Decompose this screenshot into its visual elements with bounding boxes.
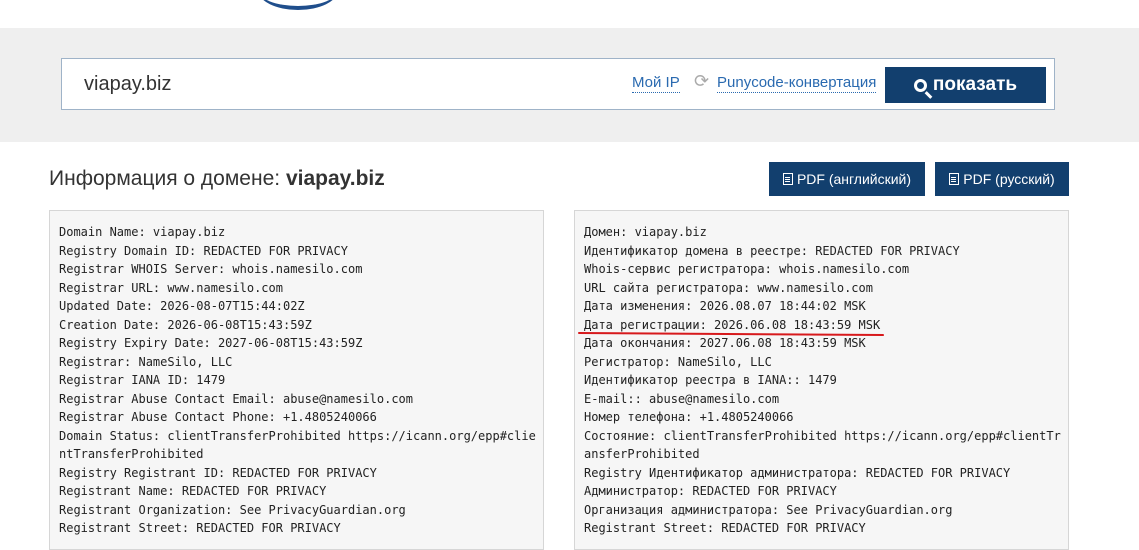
- whois-line: Состояние: clientTransferProhibited http…: [584, 428, 1061, 443]
- show-button[interactable]: показать: [885, 67, 1046, 103]
- whois-line: Domain Name: viapay.biz: [59, 225, 226, 239]
- whois-line: Дата окончания: 2027.06.08 18:43:59 MSK: [584, 336, 866, 350]
- whois-line: URL сайта регистратора: www.namesilo.com: [584, 280, 873, 295]
- refresh-icon: ⟳: [694, 71, 710, 91]
- page-title-domain: viapay.biz: [285, 167, 385, 190]
- pdf-russian-label: PDF (русский): [963, 171, 1055, 187]
- domain-search-input[interactable]: [84, 69, 604, 99]
- whois-line: Registrar IANA ID: 1479: [59, 373, 226, 387]
- whois-line: Domain Status: clientTransferProhibited …: [59, 428, 536, 443]
- whois-line: Registry Expiry Date: 2027-06-08T15:43:5…: [59, 336, 363, 350]
- top-header: [0, 0, 1139, 28]
- whois-line: Номер телефона: +1.4805240066: [584, 410, 794, 424]
- file-pdf-icon: [949, 173, 960, 185]
- search-box: Мой IP ⟳ Punycode-конвертация показать: [61, 58, 1055, 110]
- page-title-prefix: Информация о домене:: [49, 167, 281, 190]
- whois-line: Registry Идентификатор администратора: R…: [584, 465, 1011, 480]
- whois-line: Идентификатор реестра в IANA:: 1479: [584, 373, 837, 387]
- whois-russian-panel: Домен: viapay.biz Идентификатор домена в…: [574, 210, 1069, 550]
- whois-line: E-mail:: abuse@namesilo.com: [584, 391, 780, 406]
- whois-line: Registry Registrant ID: REDACTED FOR PRI…: [59, 465, 377, 480]
- whois-line: ansferProhibited: [584, 447, 700, 461]
- whois-line: Registrar Abuse Contact Phone: +1.480524…: [59, 410, 377, 424]
- whois-line: Registrar URL: www.namesilo.com: [59, 280, 283, 295]
- pdf-russian-button[interactable]: PDF (русский): [935, 162, 1069, 196]
- page-title: Информация о домене: viapay.biz: [49, 167, 385, 191]
- whois-line: Registrar: NameSilo, LLC: [59, 354, 233, 369]
- whois-line-highlighted: Дата регистрации: 2026.06.08 18:43:59 MS…: [584, 317, 881, 332]
- search-band: Мой IP ⟳ Punycode-конвертация показать: [0, 28, 1139, 142]
- punycode-link[interactable]: Punycode-конвертация: [717, 74, 877, 93]
- whois-line: Registrant Name: REDACTED FOR PRIVACY: [59, 484, 327, 498]
- whois-line: Администратор: REDACTED FOR PRIVACY: [584, 484, 837, 498]
- whois-line: ntTransferProhibited: [59, 447, 204, 461]
- whois-line: Registrar WHOIS Server: whois.namesilo.c…: [59, 262, 363, 276]
- whois-line: Регистратор: NameSilo, LLC: [584, 354, 772, 369]
- whois-line: Creation Date: 2026-06-08T15:43:59Z: [59, 317, 312, 332]
- whois-english-panel: Domain Name: viapay.biz Registry Domain …: [49, 210, 544, 550]
- whois-line: Registrar Abuse Contact Email: abuse@nam…: [59, 391, 414, 406]
- whois-line: Registrant Organization: See PrivacyGuar…: [59, 502, 406, 517]
- whois-line: Дата изменения: 2026.08.07 18:44:02 MSK: [584, 299, 866, 313]
- pdf-english-label: PDF (английский): [796, 171, 912, 187]
- show-button-label: показать: [932, 74, 1018, 95]
- my-ip-link[interactable]: Мой IP: [632, 74, 680, 93]
- file-pdf-icon: [782, 173, 793, 185]
- whois-line: Домен: viapay.biz: [584, 225, 707, 239]
- whois-line: Идентификатор домена в реестре: REDACTED…: [584, 243, 960, 258]
- whois-line: Updated Date: 2026-08-07T15:44:02Z: [59, 299, 305, 313]
- whois-line: Whois-сервис регистратора: whois.namesil…: [584, 262, 910, 276]
- whois-line: Registry Domain ID: REDACTED FOR PRIVACY: [59, 243, 348, 258]
- pdf-english-button[interactable]: PDF (английский): [769, 162, 925, 196]
- site-logo[interactable]: [258, 0, 338, 10]
- whois-line: Организация администратора: See PrivacyG…: [584, 502, 953, 517]
- search-icon: [913, 78, 927, 92]
